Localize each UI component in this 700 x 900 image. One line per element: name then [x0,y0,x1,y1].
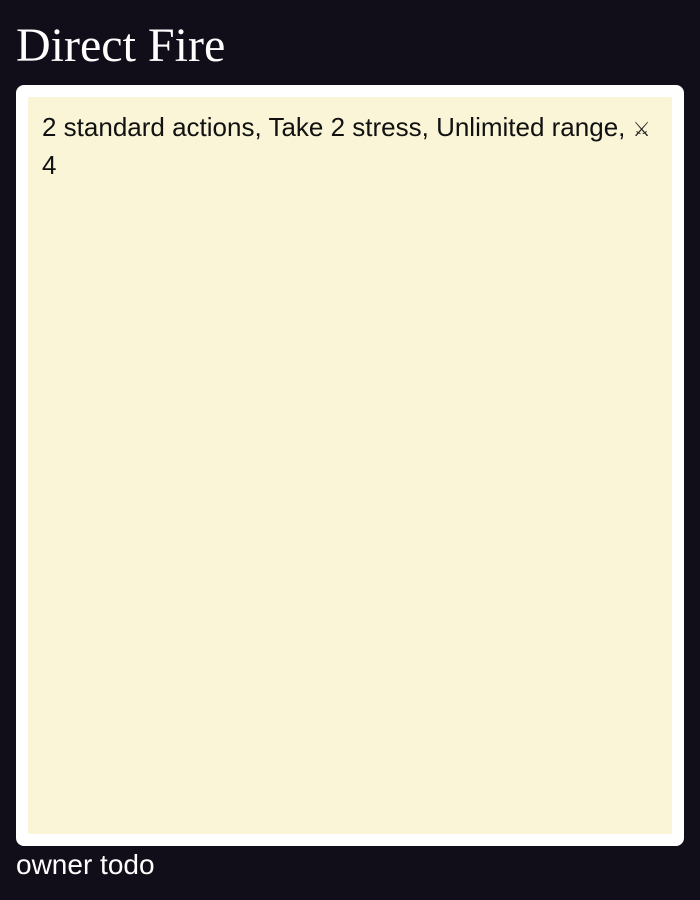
damage-value: 4 [42,150,57,180]
card-frame: 2 standard actions, Take 2 stress, Unlim… [16,85,684,846]
card-owner: owner todo [16,849,155,880]
card-body: 2 standard actions, Take 2 stress, Unlim… [28,97,672,834]
card-title: Direct Fire [16,19,226,72]
card-description: 2 standard actions, Take 2 stress, Unlim… [42,109,658,183]
crossed-swords-icon: ⚔ [632,117,651,141]
card-description-text: 2 standard actions, Take 2 stress, Unlim… [42,112,626,142]
